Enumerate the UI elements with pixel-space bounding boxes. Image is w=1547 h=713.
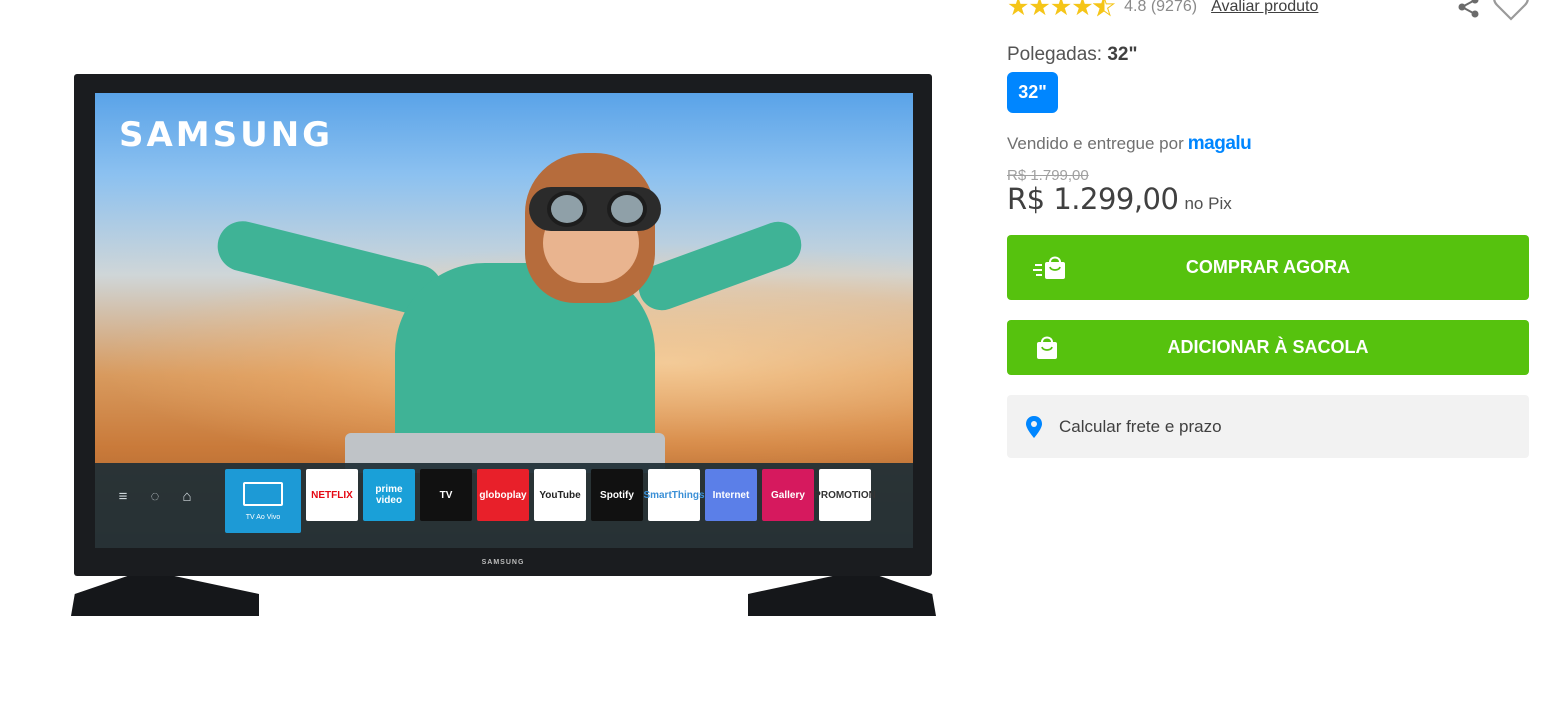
heart-icon[interactable] bbox=[1492, 0, 1530, 22]
smart-app-label: SmartThings bbox=[643, 489, 705, 501]
bag-icon bbox=[1037, 336, 1057, 359]
rating-count: (9276) bbox=[1150, 0, 1198, 15]
size-label: Polegadas: 32" bbox=[1007, 44, 1138, 65]
tv-bezel-logo: SAMSUNG bbox=[481, 559, 525, 566]
star-icon: ★ bbox=[1028, 0, 1050, 21]
smart-app-tile: TV bbox=[420, 469, 472, 521]
tv-illustration: SAMSUNG ≡ ◌ ⌂ TV Ao Vivo NETFLIX prime vid… bbox=[71, 74, 936, 636]
star-icon: ★ bbox=[1049, 0, 1072, 21]
smart-app-tile: NETFLIX bbox=[306, 469, 358, 521]
star-icon: ★ bbox=[1071, 0, 1093, 21]
size-option-32[interactable]: 32" bbox=[1007, 72, 1058, 113]
tv-live-icon bbox=[243, 481, 283, 506]
smart-app-label: Spotify bbox=[600, 489, 634, 501]
add-to-bag-label: ADICIONAR À SACOLA bbox=[1167, 337, 1369, 357]
freight-calculator[interactable]: Calcular frete e prazo bbox=[1007, 395, 1529, 458]
smart-app-label: PROMOTION bbox=[814, 489, 876, 501]
app-row: TV Ao Vivo NETFLIX prime video TV globoplay Y… bbox=[225, 469, 876, 533]
buy-now-button[interactable]: COMPRAR AGORA bbox=[1007, 235, 1529, 300]
smart-hub-menu: ≡ ◌ ⌂ bbox=[115, 489, 195, 505]
goggle-lens-right bbox=[607, 191, 647, 227]
price-row: R$ 1.299,00 no Pix bbox=[1007, 182, 1232, 216]
tv-stand-right bbox=[748, 576, 936, 616]
smart-app-tile: globoplay bbox=[477, 469, 529, 521]
smart-app-tile: Internet bbox=[705, 469, 757, 521]
smart-hub-bar: ≡ ◌ ⌂ TV Ao Vivo NETFLIX prime video TV glob… bbox=[95, 463, 913, 548]
fast-bag-icon bbox=[1033, 256, 1065, 279]
size-selected-value: 32" bbox=[1107, 44, 1138, 65]
tv-bezel: SAMSUNG ≡ ◌ ⌂ TV Ao Vivo NETFLIX prime vid… bbox=[74, 74, 932, 576]
star-half-icon: ★ bbox=[1092, 0, 1115, 21]
star-icon: ★ bbox=[1007, 0, 1029, 21]
location-pin-icon bbox=[1026, 415, 1042, 438]
smart-app-tile: SmartThings bbox=[643, 469, 705, 521]
smart-app-tile: PROMOTION bbox=[814, 469, 876, 521]
smart-app-label: Gallery bbox=[771, 489, 805, 501]
magalu-logo: magalu bbox=[1187, 133, 1252, 154]
smart-app-tile: YouTube bbox=[534, 469, 586, 521]
smart-app-tile: Spotify bbox=[591, 469, 643, 521]
smart-app-tile: Gallery bbox=[762, 469, 814, 521]
menu-icon: ≡ bbox=[118, 488, 128, 505]
share-icon[interactable] bbox=[1456, 0, 1482, 20]
seller-prefix: Vendido e entregue por bbox=[1007, 134, 1184, 153]
smart-app-tile: TV Ao Vivo bbox=[225, 469, 301, 533]
smart-app-label: prime video bbox=[375, 484, 403, 506]
product-image[interactable]: SAMSUNG ≡ ◌ ⌂ TV Ao Vivo NETFLIX prime vid… bbox=[60, 60, 950, 630]
buy-now-label: COMPRAR AGORA bbox=[1185, 257, 1351, 277]
smart-app-label: NETFLIX bbox=[311, 489, 353, 501]
smart-app-label: TV bbox=[439, 489, 453, 501]
seller-info: Vendido e entregue por magalu bbox=[1007, 133, 1252, 155]
tv-screen: SAMSUNG ≡ ◌ ⌂ TV Ao Vivo NETFLIX prime vid… bbox=[95, 93, 913, 548]
payment-method: no Pix bbox=[1184, 194, 1232, 213]
home-icon: ⌂ bbox=[182, 488, 192, 505]
smart-app-label: globoplay bbox=[479, 489, 527, 501]
smart-app-tile: prime video bbox=[363, 469, 415, 521]
smart-app-label: TV Ao Vivo bbox=[245, 513, 281, 521]
current-price: R$ 1.299,00 bbox=[1007, 182, 1179, 216]
ambient-icon: ◌ bbox=[150, 488, 160, 505]
freight-label: Calcular frete e prazo bbox=[1059, 416, 1222, 436]
tv-stand-left bbox=[71, 576, 259, 616]
rate-product-link[interactable]: Avaliar produto bbox=[1211, 0, 1318, 16]
star-rating: ★★★★★ bbox=[1007, 0, 1116, 21]
smart-app-label: YouTube bbox=[539, 489, 581, 501]
samsung-screen-logo: SAMSUNG bbox=[119, 115, 334, 155]
add-to-bag-button[interactable]: ADICIONAR À SACOLA bbox=[1007, 320, 1529, 375]
goggle-lens-left bbox=[547, 191, 587, 227]
rating-score: 4.8 (9276) bbox=[1124, 0, 1198, 15]
rating-row: ★★★★★ 4.8 (9276) Avaliar produto bbox=[1007, 0, 1318, 21]
smart-app-label: Internet bbox=[712, 489, 750, 501]
